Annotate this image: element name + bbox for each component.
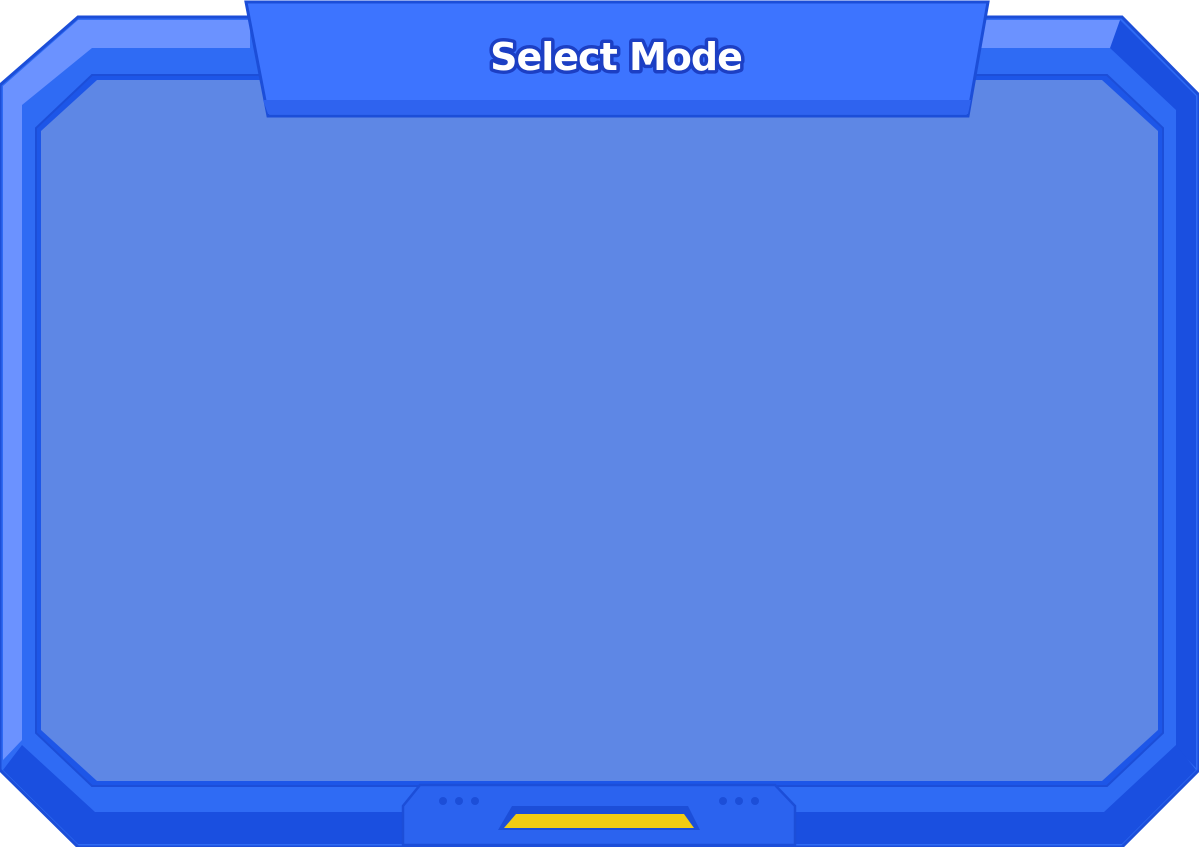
title-tab-shade bbox=[263, 100, 971, 114]
content-area bbox=[41, 80, 1158, 781]
select-mode-panel: Select Mode bbox=[0, 0, 1199, 847]
indicator-dots-icon bbox=[719, 797, 759, 805]
panel-title: Select Mode bbox=[490, 35, 742, 79]
panel-frame: Select Mode bbox=[0, 0, 1199, 847]
indicator-dots-icon bbox=[439, 797, 479, 805]
frame-bevel-top-right bbox=[980, 20, 1120, 48]
yellow-indicator-fill bbox=[504, 814, 694, 828]
